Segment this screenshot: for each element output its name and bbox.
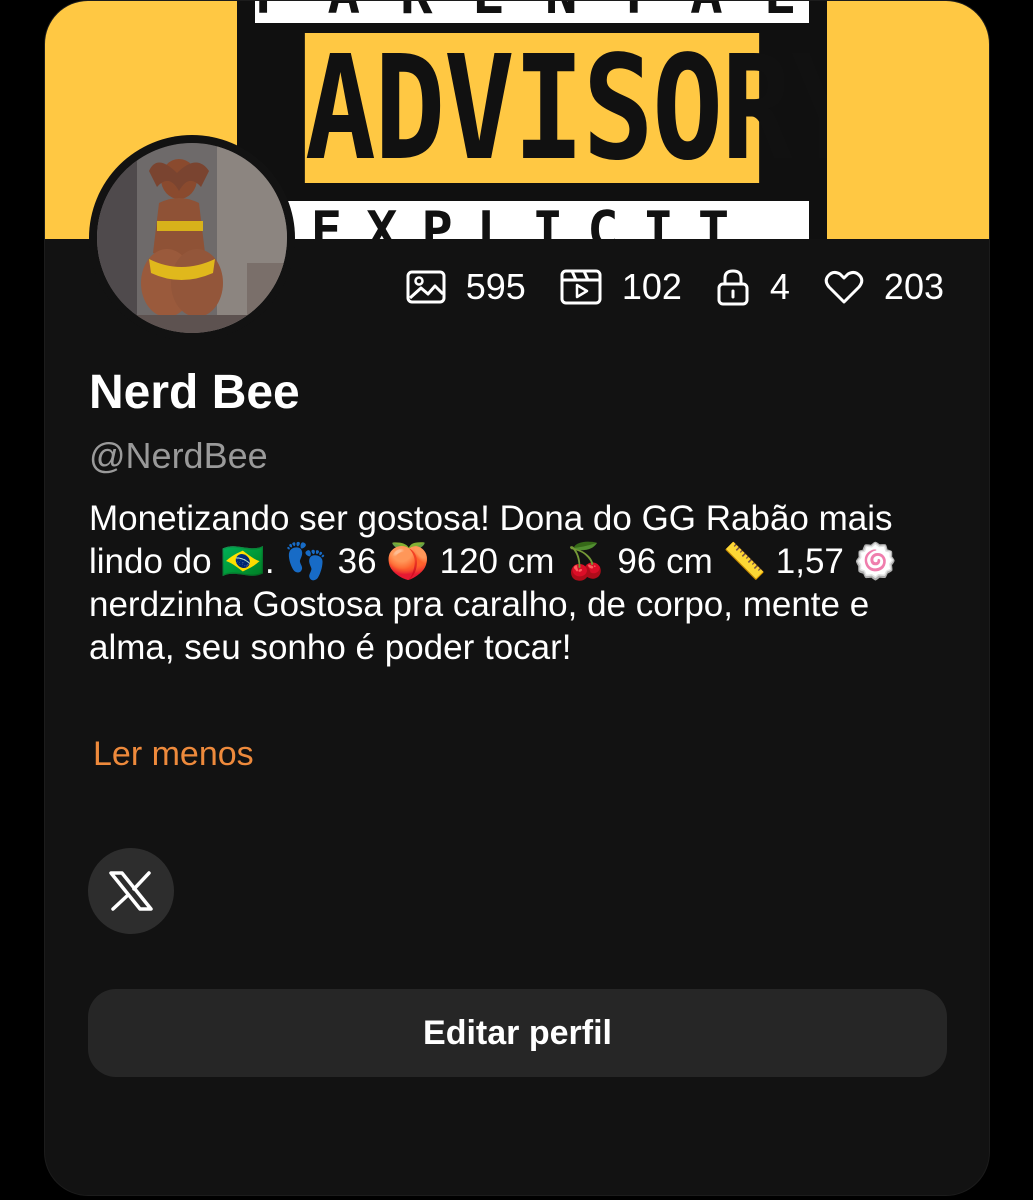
heart-icon xyxy=(824,270,864,304)
avatar-photo xyxy=(97,143,287,333)
image-icon xyxy=(406,270,446,304)
locked-count: 4 xyxy=(769,266,790,307)
read-less-link[interactable]: Ler menos xyxy=(93,735,254,774)
avatar[interactable] xyxy=(97,143,287,333)
profile-bio: Monetizando ser gostosa! Dona do GG Rabã… xyxy=(89,499,898,667)
stat-likes[interactable]: 203 xyxy=(824,266,944,308)
profile-stats: 595 102 4 203 xyxy=(372,263,944,311)
x-social-button[interactable] xyxy=(88,848,174,934)
edit-profile-button[interactable]: Editar perfil xyxy=(88,989,947,1077)
profile-handle: @NerdBee xyxy=(89,435,268,476)
likes-count: 203 xyxy=(883,266,944,307)
videos-count: 102 xyxy=(621,266,682,307)
advisory-bottom-text: EXPLICIT CONTENT xyxy=(255,201,809,239)
profile-card: PARENTAL ADVISORY EXPLICIT CONTENT xyxy=(44,0,990,1196)
advisory-top-text: PARENTAL xyxy=(255,1,809,23)
advisory-main-text: ADVISORY xyxy=(304,24,827,192)
stat-videos[interactable]: 102 xyxy=(560,266,682,308)
photos-count: 595 xyxy=(465,266,526,307)
stat-locked[interactable]: 4 xyxy=(716,266,790,308)
stat-photos[interactable]: 595 xyxy=(406,266,526,308)
profile-name: Nerd Bee xyxy=(89,366,300,419)
video-clapper-icon xyxy=(560,269,602,305)
parental-advisory-label: PARENTAL ADVISORY EXPLICIT CONTENT xyxy=(237,1,827,239)
x-logo-icon xyxy=(109,871,153,911)
lock-icon xyxy=(717,269,749,306)
